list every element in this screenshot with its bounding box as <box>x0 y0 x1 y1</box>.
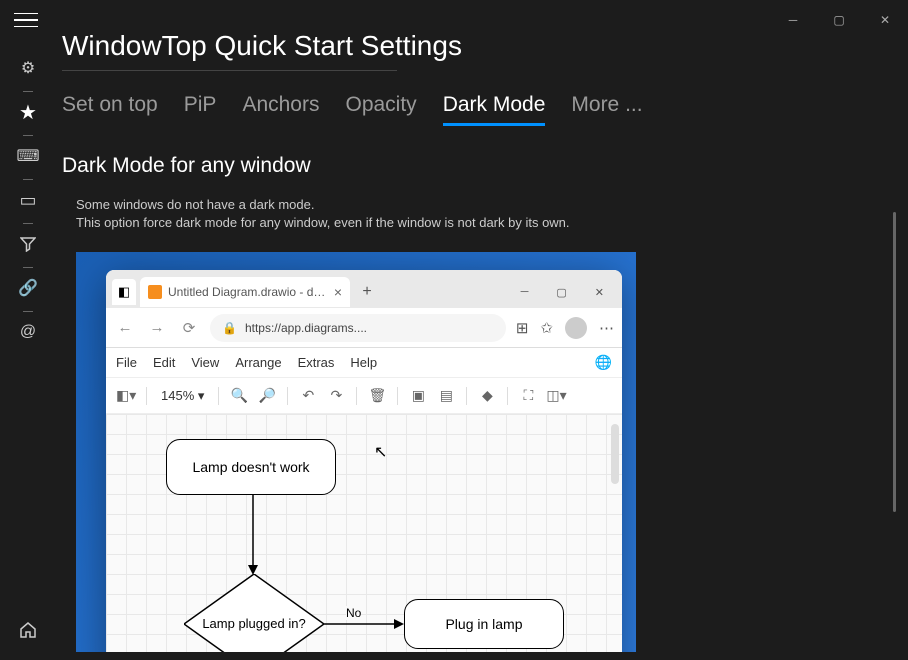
zoom-in-icon: 🔍 <box>229 387 249 404</box>
sidebar: ⚙ ★ ⌨ ▭ 🔗 @ <box>0 40 52 660</box>
main-content: WindowTop Quick Start Settings Set on to… <box>52 40 908 660</box>
zoom-out-icon: 🔎 <box>257 387 277 404</box>
tab-more[interactable]: More ... <box>571 93 642 126</box>
section-heading: Dark Mode for any window <box>62 154 894 178</box>
delete-icon: 🗑 <box>367 387 387 404</box>
flow-node-action: Plug in lamp <box>404 599 564 649</box>
flow-edge-label-no: No <box>346 606 361 620</box>
title-divider <box>62 70 397 71</box>
preview-browser-window: ◧ Untitled Diagram.drawio - diagra × + ─… <box>106 270 622 652</box>
drawio-menubar: File Edit View Arrange Extras Help 🌐 <box>106 348 622 378</box>
at-icon[interactable]: @ <box>4 312 52 352</box>
favorites-icon: ✩ <box>540 319 553 337</box>
preview-image: ◧ Untitled Diagram.drawio - diagra × + ─… <box>76 252 636 652</box>
new-tab-icon: + <box>354 279 380 305</box>
preview-close-icon: ✕ <box>583 286 616 299</box>
redo-icon: ↷ <box>326 387 346 404</box>
menu-file: File <box>116 355 137 370</box>
tab-title: Untitled Diagram.drawio - diagra <box>168 285 328 299</box>
avatar-icon <box>565 317 587 339</box>
keyboard-icon[interactable]: ⌨ <box>4 136 52 176</box>
menu-extras: Extras <box>298 355 335 370</box>
preview-minimize-icon: ─ <box>509 286 541 298</box>
drawio-canvas: Lamp doesn't work Lamp plugged in? No Pl… <box>106 414 622 652</box>
section-description: Some windows do not have a dark mode. Th… <box>76 196 894 232</box>
browser-tabbar: ◧ Untitled Diagram.drawio - diagra × + ─… <box>106 270 622 308</box>
link-icon[interactable]: 🔗 <box>4 268 52 308</box>
extension-icon: ⊞ <box>516 319 529 337</box>
desc-line2: This option force dark mode for any wind… <box>76 214 894 232</box>
hamburger-icon[interactable] <box>14 8 38 32</box>
scrollbar[interactable] <box>893 212 896 512</box>
flow-arrow-down <box>248 495 258 575</box>
browser-tab: Untitled Diagram.drawio - diagra × <box>140 277 350 307</box>
zoom-level: 145% ▾ <box>157 388 208 404</box>
format-icon: ◫▾ <box>546 387 566 404</box>
tab-opacity[interactable]: Opacity <box>345 93 416 126</box>
back-icon2: ▤ <box>436 387 456 404</box>
tab-favicon <box>148 285 162 299</box>
browser-addressbar: ← → ⟳ 🔒 https://app.diagrams.... ⊞ ✩ ⋯ <box>106 308 622 348</box>
menu-edit: Edit <box>153 355 175 370</box>
cursor-icon: ↖ <box>374 442 387 462</box>
reload-icon: ⟳ <box>178 319 200 337</box>
home-icon[interactable] <box>4 610 52 650</box>
funnel-icon[interactable] <box>4 224 52 264</box>
front-icon: ▣ <box>408 387 428 404</box>
drawio-toolbar: ◧▾ 145% ▾ 🔍 🔎 ↶ ↷ 🗑 ▣ ▤ <box>106 378 622 414</box>
flow-node-start: Lamp doesn't work <box>166 439 336 495</box>
keyboard2-icon[interactable]: ▭ <box>4 180 52 220</box>
flow-node-decision: Lamp plugged in? <box>184 574 324 652</box>
undo-icon: ↶ <box>298 387 318 404</box>
page-title: WindowTop Quick Start Settings <box>62 30 894 62</box>
preview-maximize-icon: ▢ <box>544 286 578 299</box>
tab-set-on-top[interactable]: Set on top <box>62 93 158 126</box>
menu-help: Help <box>350 355 377 370</box>
sidebar-toggle-icon: ◧▾ <box>116 387 136 404</box>
fill-icon: ◆ <box>477 387 497 404</box>
fullscreen-icon: ⛶ <box>518 387 538 404</box>
tab-anchors[interactable]: Anchors <box>242 93 319 126</box>
tab-dark-mode[interactable]: Dark Mode <box>443 93 546 126</box>
menu-view: View <box>191 355 219 370</box>
gear-icon[interactable]: ⚙ <box>4 48 52 88</box>
star-icon[interactable]: ★ <box>4 92 52 132</box>
forward-icon: → <box>146 319 168 336</box>
tab-pip[interactable]: PiP <box>184 93 217 126</box>
globe-icon: 🌐 <box>595 354 612 371</box>
app-window: ─ ▢ ✕ ⚙ ★ ⌨ ▭ 🔗 @ WindowTop Quick Start … <box>0 0 908 660</box>
browser-tab-list-icon: ◧ <box>112 279 136 305</box>
flow-arrow-right <box>324 619 404 629</box>
tab-close-icon: × <box>334 284 342 300</box>
url-text: https://app.diagrams.... <box>245 321 367 335</box>
menu-arrange: Arrange <box>235 355 281 370</box>
url-field: 🔒 https://app.diagrams.... <box>210 314 506 342</box>
menu-dots-icon: ⋯ <box>599 319 614 337</box>
tabs: Set on top PiP Anchors Opacity Dark Mode… <box>62 93 894 126</box>
lock-icon: 🔒 <box>222 321 237 335</box>
desc-line1: Some windows do not have a dark mode. <box>76 196 894 214</box>
back-icon: ← <box>114 319 136 336</box>
